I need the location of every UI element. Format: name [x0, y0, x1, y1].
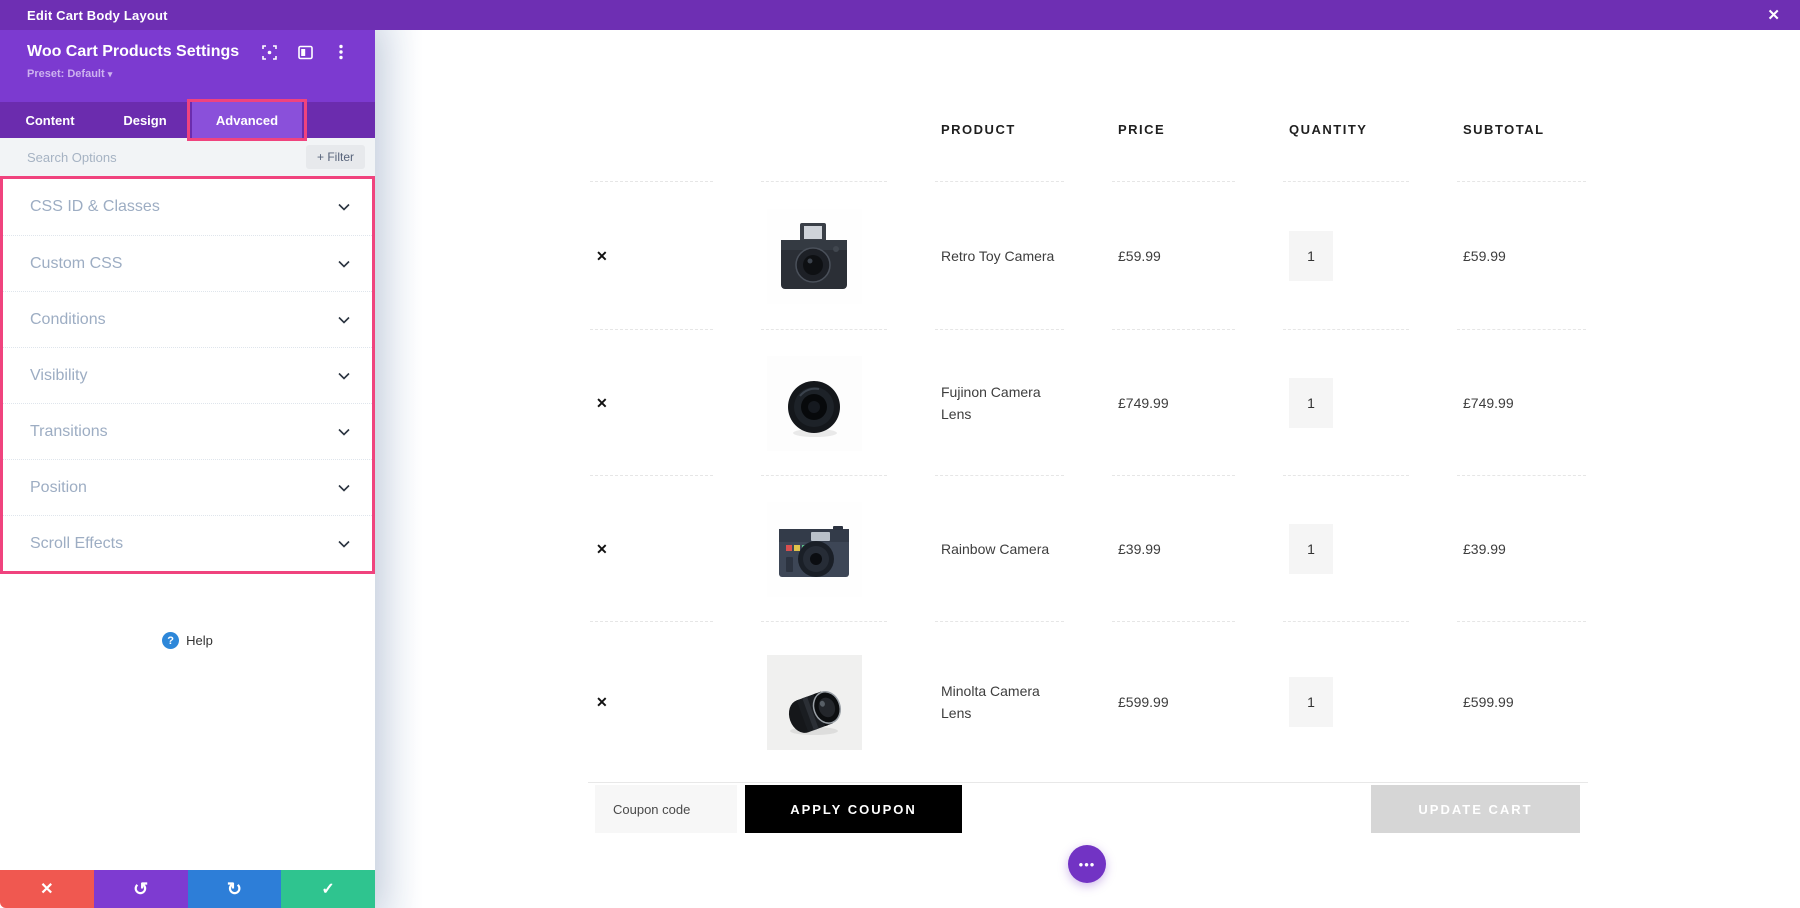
cart-row-minolta-camera-lens: ✕ Minolta Camera Lens £599.99 1 £599.99: [588, 622, 1588, 782]
close-icon[interactable]: ✕: [1767, 8, 1780, 23]
tab-content[interactable]: Content: [0, 102, 100, 138]
settings-tabs: Content Design Advanced: [0, 99, 375, 141]
cart-table: PRODUCT PRICE QUANTITY SUBTOTAL ✕ Retro …: [588, 60, 1588, 782]
product-subtotal: £749.99: [1463, 395, 1514, 411]
chevron-down-icon: [338, 372, 350, 380]
focus-module-icon[interactable]: [261, 44, 277, 60]
chevron-down-icon: [338, 428, 350, 436]
product-image-fujinon-camera-lens[interactable]: [767, 355, 862, 451]
chevron-down-icon: [338, 484, 350, 492]
quantity-input[interactable]: [1289, 524, 1333, 574]
modal-title: Edit Cart Body Layout: [27, 7, 168, 23]
panel-header: Woo Cart Products Settings Preset: Defau…: [0, 30, 375, 102]
redo-button[interactable]: ↻: [187, 870, 282, 908]
cart-row-fujinon-camera-lens: ✕ Fujinon Camera Lens £749.99 £749.9: [588, 330, 1588, 476]
accordion-item-transitions[interactable]: Transitions: [3, 403, 372, 459]
chevron-down-icon: [338, 203, 350, 211]
save-button[interactable]: ✓: [281, 870, 375, 908]
product-price: £59.99: [1118, 248, 1161, 264]
remove-item-icon[interactable]: ✕: [596, 542, 608, 556]
accordion-item-visibility[interactable]: Visibility: [3, 347, 372, 403]
cart-actions-row: APPLY COUPON UPDATE CART: [588, 785, 1588, 833]
accordion-item-conditions[interactable]: Conditions: [3, 291, 372, 347]
product-name-link[interactable]: Minolta Camera Lens: [941, 680, 1071, 725]
divi-builder-app: Edit Cart Body Layout ✕ Woo Cart Product…: [0, 0, 1800, 908]
check-icon: ✓: [321, 881, 335, 898]
product-subtotal: £599.99: [1463, 694, 1514, 710]
header-product: PRODUCT: [933, 60, 1110, 182]
accordion-item-scroll-effects[interactable]: Scroll Effects: [3, 515, 372, 571]
help-link[interactable]: ? Help: [0, 632, 375, 649]
product-price: £39.99: [1118, 541, 1161, 557]
panel-footer-actions: ✕ ↺ ↻ ✓: [0, 870, 375, 908]
cart-row-retro-toy-camera: ✕ Retro Toy Camera £59.99 1 £59.99: [588, 182, 1588, 330]
undo-icon: ↺: [133, 878, 149, 899]
preset-caret-icon: ▾: [107, 69, 113, 79]
accordion-item-css-id-classes[interactable]: CSS ID & Classes: [3, 179, 372, 235]
remove-item-icon[interactable]: ✕: [596, 396, 608, 410]
preset-selector[interactable]: Preset: Default ▾: [27, 68, 359, 80]
cancel-x-icon: ✕: [40, 881, 54, 898]
chevron-down-icon: [338, 316, 350, 324]
header-subtotal: SUBTOTAL: [1455, 60, 1588, 182]
accordion-item-position[interactable]: Position: [3, 459, 372, 515]
redo-icon: ↻: [226, 878, 242, 899]
cart-table-header: PRODUCT PRICE QUANTITY SUBTOTAL: [588, 60, 1588, 182]
product-subtotal: £59.99: [1463, 248, 1506, 264]
apply-coupon-button[interactable]: APPLY COUPON: [745, 785, 962, 833]
quantity-input[interactable]: [1289, 677, 1333, 727]
panel-layout-icon[interactable]: [297, 44, 313, 60]
tab-advanced[interactable]: Advanced: [192, 102, 302, 138]
advanced-options-accordion: CSS ID & Classes Custom CSS Conditions V…: [0, 176, 375, 574]
search-options-row: + Filter: [0, 138, 375, 176]
product-image-minolta-camera-lens[interactable]: [767, 654, 862, 750]
coupon-code-input[interactable]: [595, 785, 737, 833]
panel-title: Woo Cart Products Settings: [27, 43, 240, 60]
more-options-button[interactable]: •••: [1068, 845, 1106, 883]
update-cart-button[interactable]: UPDATE CART: [1371, 785, 1580, 833]
product-image-rainbow-camera[interactable]: [767, 501, 862, 597]
cancel-button[interactable]: ✕: [0, 870, 94, 908]
more-menu-icon[interactable]: [333, 44, 349, 60]
product-name-link[interactable]: Fujinon Camera Lens: [941, 381, 1071, 426]
remove-item-icon[interactable]: ✕: [596, 249, 608, 263]
filter-button[interactable]: + Filter: [305, 145, 365, 169]
product-price: £599.99: [1118, 694, 1169, 710]
ellipsis-icon: •••: [1078, 856, 1096, 872]
help-icon: ?: [162, 632, 180, 649]
tab-design[interactable]: Design: [95, 102, 195, 138]
chevron-down-icon: [338, 540, 350, 548]
search-options-input[interactable]: [27, 149, 306, 165]
product-name-link[interactable]: Retro Toy Camera: [941, 245, 1054, 267]
product-name-link[interactable]: Rainbow Camera: [941, 538, 1049, 560]
cart-preview: PRODUCT PRICE QUANTITY SUBTOTAL ✕ Retro …: [375, 30, 1800, 908]
header-thumbnail: [759, 60, 933, 182]
quantity-input[interactable]: [1289, 378, 1333, 428]
header-price: PRICE: [1110, 60, 1281, 182]
quantity-input[interactable]: [1289, 231, 1333, 281]
header-remove: [588, 60, 759, 182]
cart-row-rainbow-camera: ✕ Rainbow Camera £39.99 1 £39.99: [588, 476, 1588, 622]
chevron-down-icon: [338, 260, 350, 268]
product-price: £749.99: [1118, 395, 1169, 411]
product-image-retro-toy-camera[interactable]: [767, 208, 862, 304]
settings-panel: Woo Cart Products Settings Preset: Defau…: [0, 30, 375, 908]
header-quantity: QUANTITY: [1281, 60, 1455, 182]
table-bottom-divider: [588, 782, 1588, 783]
modal-titlebar: Edit Cart Body Layout ✕: [0, 0, 1800, 30]
accordion-item-custom-css[interactable]: Custom CSS: [3, 235, 372, 291]
product-subtotal: £39.99: [1463, 541, 1506, 557]
remove-item-icon[interactable]: ✕: [596, 695, 608, 709]
undo-button[interactable]: ↺: [93, 870, 188, 908]
